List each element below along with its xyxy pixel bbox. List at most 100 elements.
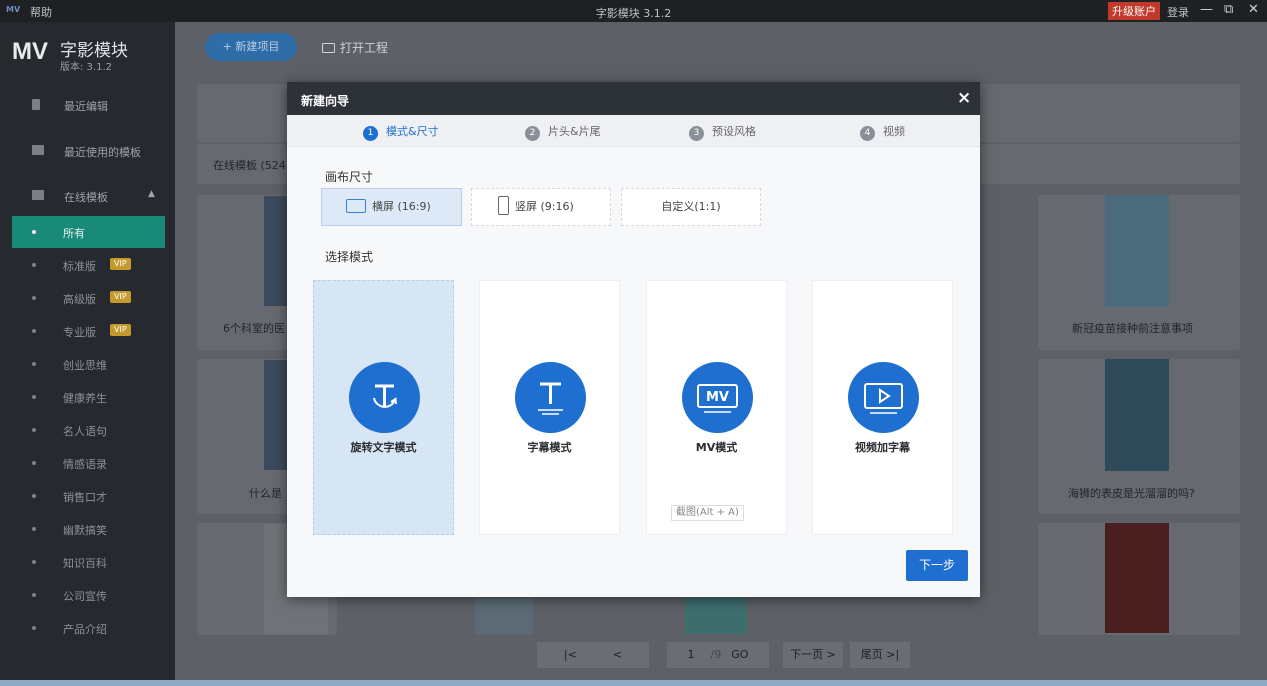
step-intro-outro[interactable]: 2 片头&片尾 bbox=[525, 123, 601, 141]
size-label: 横屏 (16:9) bbox=[372, 200, 431, 213]
category-label: 知识百科 bbox=[63, 557, 107, 570]
mv-icon-text: MV bbox=[706, 390, 729, 405]
category-label: 高级版 bbox=[63, 293, 96, 306]
category-humor[interactable]: 幽默搞笑 bbox=[12, 513, 165, 545]
open-project-button[interactable]: 打开工程 bbox=[322, 39, 388, 56]
vip-badge: VIP bbox=[110, 258, 131, 270]
category-advanced[interactable]: 高级版 VIP bbox=[12, 282, 165, 314]
portrait-icon bbox=[498, 196, 509, 215]
vip-badge: VIP bbox=[110, 291, 131, 303]
video-play-icon bbox=[848, 362, 919, 433]
subtitle-icon bbox=[515, 362, 586, 433]
vip-badge: VIP bbox=[110, 324, 131, 336]
dialog-body: 画布尺寸 横屏 (16:9) 竖屏 (9:16) 自定义(1:1) 选择模式 旋… bbox=[287, 147, 980, 597]
size-label: 竖屏 (9:16) bbox=[515, 200, 574, 213]
step-video[interactable]: 4 视频 bbox=[860, 123, 905, 141]
page-number-input[interactable]: 1 bbox=[688, 648, 695, 661]
last-page-button[interactable]: 尾页 >| bbox=[850, 642, 910, 668]
bullet-icon bbox=[32, 263, 36, 267]
category-label: 情感语录 bbox=[63, 458, 107, 471]
wizard-steps: 1 模式&尺寸 2 片头&片尾 3 预设风格 4 视频 bbox=[287, 115, 980, 147]
category-standard[interactable]: 标准版 VIP bbox=[12, 249, 165, 281]
category-sales[interactable]: 销售口才 bbox=[12, 480, 165, 512]
bullet-icon bbox=[32, 362, 36, 366]
step-number: 1 bbox=[363, 126, 378, 141]
pager-first-prev: |< < bbox=[537, 642, 649, 668]
prev-page-button[interactable]: < bbox=[613, 648, 622, 661]
category-knowledge[interactable]: 知识百科 bbox=[12, 546, 165, 578]
size-custom-button[interactable]: 自定义(1:1) bbox=[621, 188, 761, 226]
mode-mv-card[interactable]: MV MV模式 bbox=[646, 280, 787, 535]
bullet-icon bbox=[32, 395, 36, 399]
sidebar-item-recent-edit[interactable]: 最近编辑 bbox=[12, 89, 165, 121]
bullet-icon bbox=[32, 428, 36, 432]
mode-label: 字幕模式 bbox=[527, 441, 572, 454]
category-label: 专业版 bbox=[63, 326, 96, 339]
minimize-icon[interactable]: — bbox=[1200, 2, 1213, 17]
step-label: 预设风格 bbox=[712, 125, 756, 138]
bullet-icon bbox=[32, 560, 36, 564]
bullet-icon bbox=[32, 494, 36, 498]
category-health[interactable]: 健康养生 bbox=[12, 381, 165, 413]
step-preset-style[interactable]: 3 预设风格 bbox=[689, 123, 756, 141]
mv-icon: MV bbox=[682, 362, 753, 433]
mode-subtitle-card[interactable]: 字幕模式 bbox=[479, 280, 620, 535]
category-label: 健康养生 bbox=[63, 392, 107, 405]
template-thumbnail bbox=[1105, 523, 1169, 633]
category-company[interactable]: 公司宣传 bbox=[12, 579, 165, 611]
next-step-button[interactable]: 下一步 bbox=[906, 550, 968, 581]
bullet-icon bbox=[32, 626, 36, 630]
category-startup[interactable]: 创业思维 bbox=[12, 348, 165, 380]
bullet-icon bbox=[32, 329, 36, 333]
mode-select-label: 选择模式 bbox=[325, 250, 374, 264]
close-icon[interactable]: × bbox=[957, 88, 971, 108]
size-portrait-button[interactable]: 竖屏 (9:16) bbox=[471, 188, 611, 226]
restore-icon[interactable]: ⧉ bbox=[1224, 2, 1233, 17]
template-title: 什么是 bbox=[249, 487, 282, 500]
page-total: /9 bbox=[710, 648, 722, 661]
category-pro[interactable]: 专业版 VIP bbox=[12, 315, 165, 347]
app-window: MV 帮助 字影模块 3.1.2 升级账户 登录 — ⧉ ✕ MV 字影模块 版… bbox=[0, 0, 1267, 686]
size-landscape-button[interactable]: 横屏 (16:9) bbox=[321, 188, 462, 226]
next-page-button[interactable]: 下一页 > bbox=[783, 642, 843, 668]
category-label: 名人语句 bbox=[63, 425, 107, 438]
category-label: 公司宣传 bbox=[63, 590, 107, 603]
online-count-label: 在线模板 (524 bbox=[213, 159, 286, 172]
mode-rotate-text-card[interactable]: 旋转文字模式 bbox=[313, 280, 454, 535]
sidebar-item-label: 在线模板 bbox=[64, 191, 108, 204]
open-project-label: 打开工程 bbox=[340, 41, 389, 55]
brand-logo: MV bbox=[12, 38, 48, 65]
category-emotion[interactable]: 情感语录 bbox=[12, 447, 165, 479]
first-page-button[interactable]: |< bbox=[564, 648, 577, 661]
template-title: 新冠疫苗接种前注意事项 bbox=[1072, 322, 1193, 335]
go-button[interactable]: GO bbox=[731, 648, 748, 661]
chevron-up-icon: ▲ bbox=[148, 189, 155, 199]
mode-video-subtitle-card[interactable]: 视频加字幕 bbox=[812, 280, 953, 535]
category-label: 所有 bbox=[63, 227, 85, 240]
category-quotes[interactable]: 名人语句 bbox=[12, 414, 165, 446]
mode-label: 旋转文字模式 bbox=[350, 441, 417, 454]
category-all[interactable]: 所有 bbox=[12, 216, 165, 248]
sidebar-item-online-templates[interactable]: 在线模板 ▲ bbox=[12, 180, 165, 212]
category-product[interactable]: 产品介绍 bbox=[12, 612, 165, 644]
new-project-button[interactable]: + 新建项目 bbox=[205, 33, 297, 61]
size-label: 自定义(1:1) bbox=[661, 200, 721, 213]
mail-icon bbox=[32, 145, 44, 155]
canvas-size-label: 画布尺寸 bbox=[325, 170, 374, 184]
bullet-icon bbox=[32, 461, 36, 465]
template-thumbnail bbox=[685, 598, 747, 634]
bullet-icon bbox=[32, 230, 36, 234]
template-thumbnail bbox=[1105, 359, 1169, 471]
mode-label: MV模式 bbox=[695, 441, 738, 454]
window-title: 字影模块 3.1.2 bbox=[595, 7, 672, 20]
step-mode-size[interactable]: 1 模式&尺寸 bbox=[363, 123, 439, 141]
sidebar-item-recent-templates[interactable]: 最近使用的模板 bbox=[12, 135, 165, 167]
upgrade-account-button[interactable]: 升级账户 bbox=[1108, 2, 1160, 20]
login-link[interactable]: 登录 bbox=[1167, 4, 1189, 20]
title-bar: MV 帮助 字影模块 3.1.2 升级账户 登录 — ⧉ ✕ bbox=[0, 0, 1267, 22]
close-window-icon[interactable]: ✕ bbox=[1248, 2, 1259, 17]
sidebar-item-label: 最近使用的模板 bbox=[64, 146, 141, 159]
bullet-icon bbox=[32, 593, 36, 597]
new-wizard-dialog: 新建向导 × 1 模式&尺寸 2 片头&片尾 3 预设风格 4 视频 画布尺寸 横屏 (… bbox=[287, 82, 980, 597]
category-label: 创业思维 bbox=[63, 359, 107, 372]
